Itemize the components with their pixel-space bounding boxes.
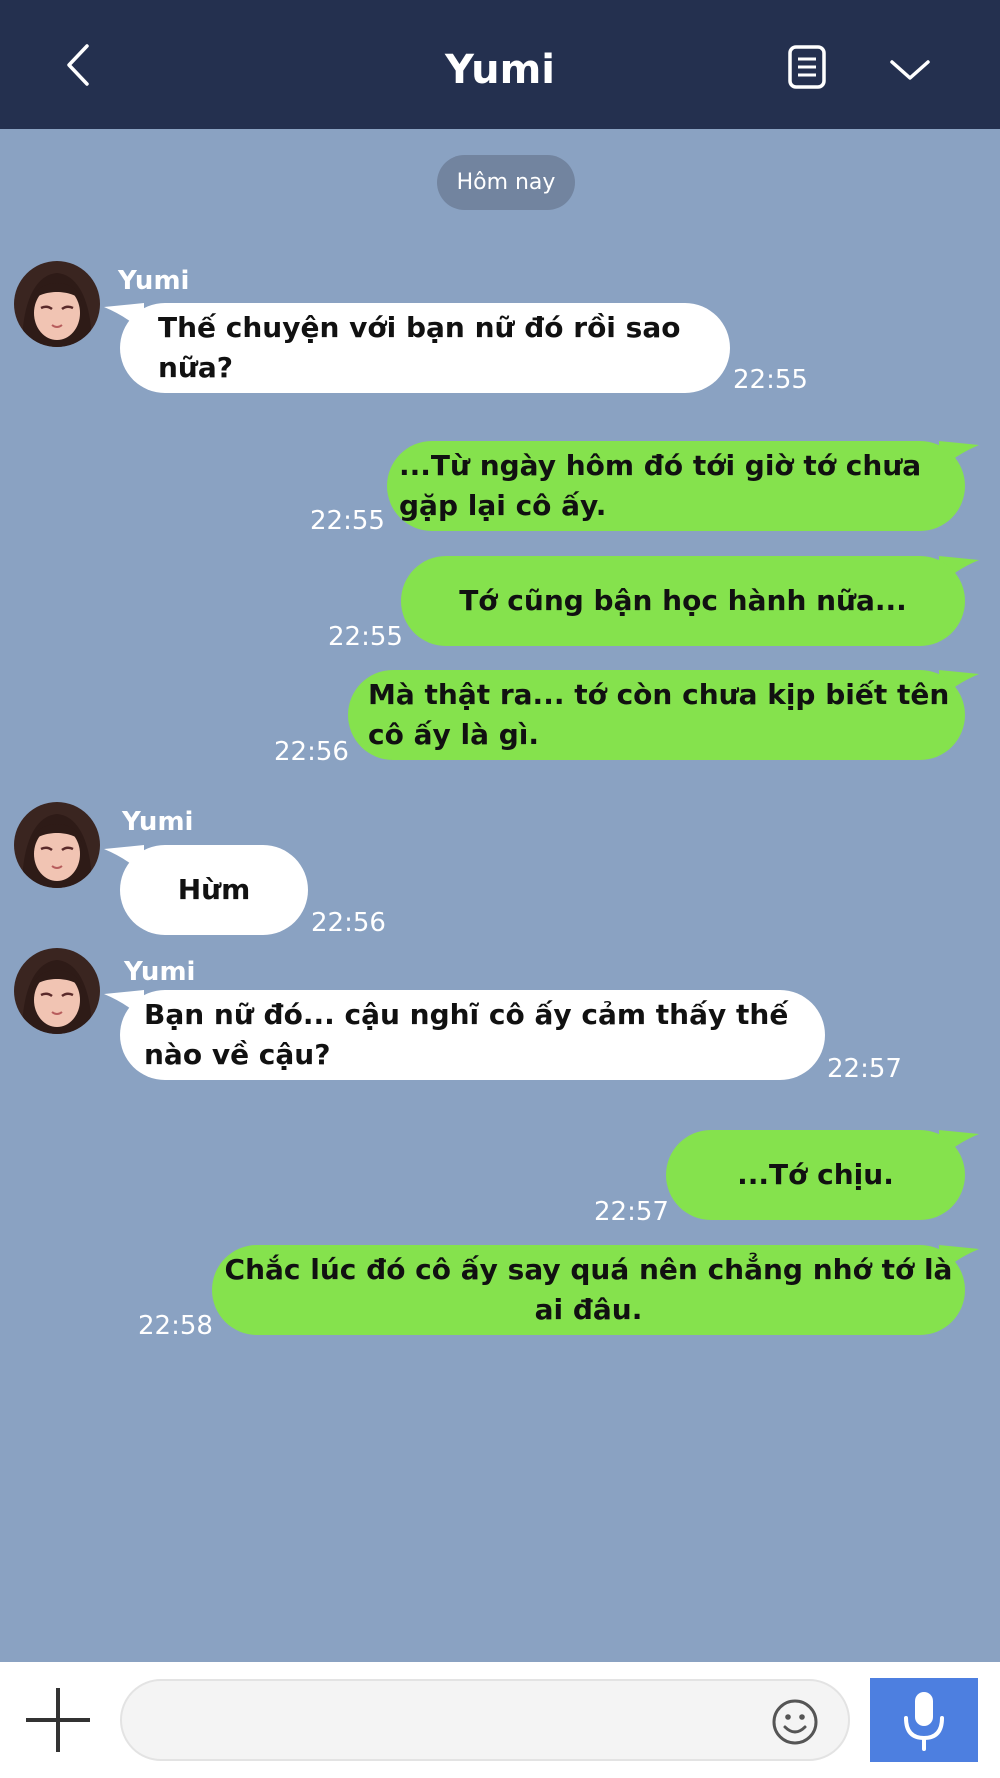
composer-bar: [0, 1662, 1000, 1778]
message-time: 22:55: [310, 506, 385, 536]
sender-name: Yumi: [118, 266, 190, 296]
message-bubble-outgoing[interactable]: Tớ cũng bận học hành nữa...: [401, 556, 965, 646]
sender-name: Yumi: [122, 807, 194, 837]
message-bubble-outgoing[interactable]: Chắc lúc đó cô ấy say quá nên chẳng nhớ …: [212, 1245, 965, 1335]
chevron-left-icon: [67, 44, 89, 86]
message-text: Thế chuyện với bạn nữ đó rồi sao nữa?: [158, 311, 681, 384]
avatar-image: [14, 802, 100, 888]
message-bubble-outgoing[interactable]: ...Tớ chịu.: [666, 1130, 965, 1220]
avatar[interactable]: [14, 802, 100, 888]
collapse-button[interactable]: [880, 45, 940, 95]
avatar-image: [14, 948, 100, 1034]
message-text: Bạn nữ đó... cậu nghĩ cô ấy cảm thấy thế…: [144, 998, 789, 1071]
message-time: 22:56: [311, 908, 386, 938]
smiley-icon: [772, 1699, 818, 1745]
microphone-icon: [904, 1692, 944, 1751]
date-separator: Hôm nay: [437, 155, 575, 210]
message-time: 22:58: [138, 1311, 213, 1341]
plus-icon: [26, 1688, 90, 1752]
voice-message-button[interactable]: [870, 1678, 978, 1762]
message-bubble-incoming[interactable]: Thế chuyện với bạn nữ đó rồi sao nữa?: [120, 303, 730, 393]
chat-header: Yumi: [0, 0, 1000, 129]
message-text: Mà thật ra... tớ còn chưa kịp biết tên c…: [368, 678, 950, 751]
message-text: Hừm: [177, 873, 251, 906]
back-button[interactable]: [55, 40, 105, 90]
message-bubble-outgoing[interactable]: ...Từ ngày hôm đó tới giờ tớ chưa gặp lạ…: [387, 441, 965, 531]
message-time: 22:55: [328, 622, 403, 652]
message-time: 22:55: [733, 365, 808, 395]
message-text: ...Tớ chịu.: [737, 1158, 894, 1191]
add-attachment-button[interactable]: [22, 1684, 94, 1756]
message-bubble-incoming[interactable]: Bạn nữ đó... cậu nghĩ cô ấy cảm thấy thế…: [120, 990, 825, 1080]
message-bubble-outgoing[interactable]: Mà thật ra... tớ còn chưa kịp biết tên c…: [348, 670, 965, 760]
sender-name: Yumi: [124, 957, 196, 987]
message-time: 22:57: [827, 1054, 902, 1084]
chat-title: Yumi: [445, 47, 555, 93]
message-time: 22:57: [594, 1197, 669, 1227]
avatar[interactable]: [14, 261, 100, 347]
message-bubble-incoming[interactable]: Hừm: [120, 845, 308, 935]
avatar-image: [14, 261, 100, 347]
message-text: Chắc lúc đó cô ấy say quá nên chẳng nhớ …: [224, 1253, 953, 1326]
message-text: Tớ cũng bận học hành nữa...: [459, 584, 907, 617]
message-text: ...Từ ngày hôm đó tới giờ tớ chưa gặp lạ…: [399, 449, 922, 522]
message-input[interactable]: [120, 1679, 850, 1761]
notes-button[interactable]: [787, 44, 837, 94]
chevron-down-icon: [890, 60, 930, 80]
avatar[interactable]: [14, 948, 100, 1034]
message-time: 22:56: [274, 737, 349, 767]
emoji-button[interactable]: [770, 1697, 820, 1747]
notes-icon: [788, 45, 826, 89]
